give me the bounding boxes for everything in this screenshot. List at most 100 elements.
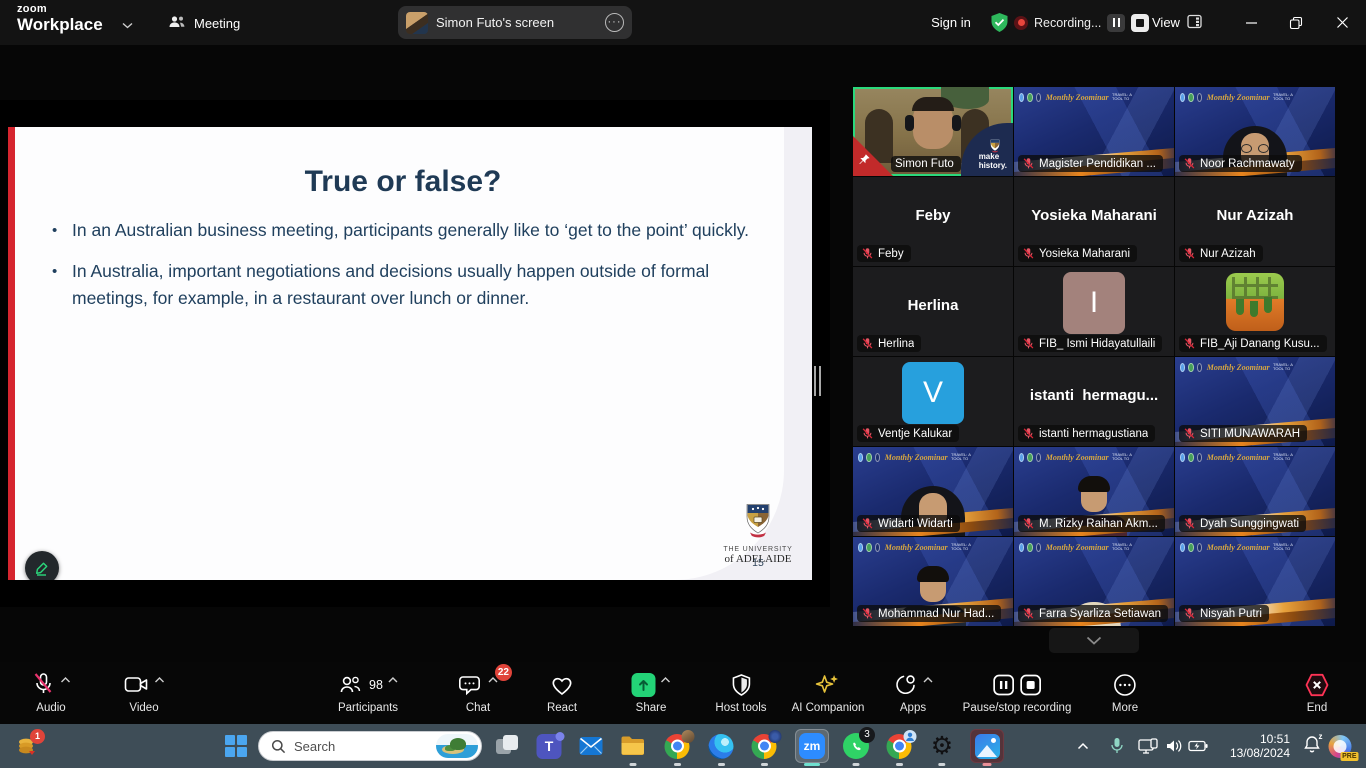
participant-tile-dyah[interactable]: Monthly ZoominarTRAVEL: A TOOL TO DESCRI… (1175, 447, 1335, 536)
participant-tile-feby[interactable]: Feby Feby (853, 177, 1013, 266)
chevron-up-icon[interactable] (61, 670, 71, 688)
tab-meeting[interactable]: Meeting (158, 8, 250, 38)
headphones (905, 115, 961, 131)
end-label: End (1307, 702, 1327, 714)
copilot-icon: PRE (1329, 735, 1352, 758)
pause-icon[interactable] (993, 674, 1015, 696)
taskbar-edge-button[interactable] (709, 724, 734, 768)
chevron-up-icon[interactable] (923, 670, 933, 688)
panel-resize-handle[interactable] (814, 366, 824, 396)
minimize-button[interactable] (1231, 0, 1271, 45)
taskbar-explorer-button[interactable] (620, 724, 646, 768)
participants-count: 98 (369, 678, 383, 692)
apps-button[interactable]: Apps (893, 671, 933, 714)
taskbar-photos-button[interactable] (970, 724, 1004, 768)
tray-cast-button[interactable] (1138, 724, 1158, 768)
chevron-up-icon[interactable] (388, 670, 398, 688)
participant-tile-fib-ismi[interactable]: I FIB_ Ismi Hidayatullaili (1014, 267, 1174, 356)
video-button[interactable]: Video (124, 671, 165, 714)
logo-dot-blue (1019, 453, 1024, 462)
participant-tile-nur-azizah[interactable]: Nur Azizah Nur Azizah (1175, 177, 1335, 266)
taskbar-chrome-profile2-button[interactable] (752, 724, 777, 768)
audio-button[interactable]: Audio (32, 671, 71, 714)
close-button[interactable] (1322, 0, 1362, 45)
participant-tile-simon-futo[interactable]: make history. Simon Futo (853, 87, 1013, 176)
chat-icon (458, 673, 483, 697)
taskbar-widgets-button[interactable]: 1 (15, 724, 41, 768)
participant-tile-nisyah[interactable]: Monthly ZoominarTRAVEL: A TOOL TO DESCRI… (1175, 537, 1335, 626)
taskbar-task-view-button[interactable] (496, 724, 518, 768)
file-explorer-icon (620, 735, 646, 757)
participants-button[interactable]: 98 Participants (338, 671, 398, 714)
stop-icon[interactable] (1020, 674, 1042, 696)
pause-recording-icon[interactable] (1107, 14, 1125, 32)
crest-text-line-1: THE UNIVERSITY (722, 546, 794, 553)
university-of-adelaide-logo: THE UNIVERSITY of ADELAIDE (722, 503, 794, 565)
chevron-down-icon[interactable] (122, 16, 133, 34)
participant-tile-yosieka-maharani[interactable]: Yosieka Maharani Yosieka Maharani (1014, 177, 1174, 266)
tray-battery-button[interactable] (1188, 724, 1208, 768)
security-shield-icon[interactable] (989, 12, 1010, 57)
participant-name-label: FIB_ Ismi Hidayatullaili (1018, 335, 1162, 352)
tray-mic-button[interactable] (1110, 724, 1124, 768)
ai-companion-button[interactable]: AI Companion (792, 671, 865, 714)
participant-tile-fib-aji[interactable]: FIB_Aji Danang Kusu... (1175, 267, 1335, 356)
participant-tile-m-rizky[interactable]: Monthly ZoominarTRAVEL: A TOOL TO DESCRI… (1014, 447, 1174, 536)
tray-volume-button[interactable] (1165, 724, 1183, 768)
more-options-icon[interactable]: ··· (605, 13, 624, 32)
participant-tile-noor-rachmawaty[interactable]: Monthly ZoominarTRAVEL: A TOOL TO DESCRI… (1175, 87, 1335, 176)
participant-display-name: Yosieka Maharani (1014, 207, 1174, 224)
sign-in-button[interactable]: Sign in (928, 0, 974, 45)
participant-tile-ventje-kalukar[interactable]: V Ventje Kalukar (853, 357, 1013, 446)
taskbar-zoom-button[interactable]: zm (795, 724, 829, 768)
tray-copilot-button[interactable]: PRE (1329, 724, 1352, 768)
react-button[interactable]: React (547, 671, 577, 714)
pause-stop-recording-button[interactable]: Pause/stop recording (963, 671, 1072, 714)
running-indicator (718, 763, 725, 766)
taskbar-whatsapp-button[interactable]: 3 (843, 724, 869, 768)
apps-label: Apps (900, 702, 926, 714)
taskbar-teams-button[interactable]: T (537, 724, 562, 768)
banner-title: Monthly Zoominar (1207, 543, 1270, 552)
participant-tile-farra[interactable]: Monthly ZoominarTRAVEL: A TOOL TO DESCRI… (1014, 537, 1174, 626)
maximize-button[interactable] (1276, 0, 1316, 45)
taskbar-chrome-profile1-button[interactable] (665, 724, 690, 768)
participant-tile-herlina[interactable]: Herlina Herlina (853, 267, 1013, 356)
host-tools-button[interactable]: Host tools (715, 671, 766, 714)
heart-icon (549, 673, 575, 697)
taskbar-mail-button[interactable] (579, 724, 604, 768)
share-screen-icon (632, 673, 656, 697)
shared-screen-pill[interactable]: Simon Futo's screen ··· (398, 6, 632, 39)
chat-button[interactable]: 22 Chat (458, 671, 498, 714)
chevron-up-icon[interactable] (155, 670, 165, 688)
participant-tile-siti-munawarah[interactable]: Monthly ZoominarTRAVEL: A TOOL TO DESCRI… (1175, 357, 1335, 446)
tray-hidden-icons-button[interactable] (1077, 724, 1089, 768)
mail-icon (579, 736, 604, 756)
participant-tile-magister-pendidikan[interactable]: Monthly ZoominarTRAVEL: A TOOL TO DESCRI… (1014, 87, 1174, 176)
taskbar-start-button[interactable] (225, 724, 247, 768)
taskbar-settings-button[interactable]: ⚙ (931, 724, 953, 768)
participant-tile-widarti[interactable]: Monthly ZoominarTRAVEL: A TOOL TO DESCRI… (853, 447, 1013, 536)
tray-notifications-button[interactable]: z (1304, 724, 1321, 768)
share-button[interactable]: Share (632, 671, 671, 714)
more-button[interactable]: More (1112, 671, 1138, 714)
running-indicator (853, 763, 860, 766)
participant-name-label: M. Rizky Raihan Akm... (1018, 515, 1165, 532)
chevron-up-icon[interactable] (661, 670, 671, 688)
taskbar-search-box[interactable]: Search (258, 731, 482, 761)
end-button[interactable]: End (1304, 671, 1330, 714)
collapse-gallery-button[interactable] (1049, 628, 1139, 653)
logo-dot-green (866, 543, 871, 552)
participant-display-name: istanti hermagu... (1014, 387, 1174, 404)
participant-tile-mohammad[interactable]: Monthly ZoominarTRAVEL: A TOOL TO DESCRI… (853, 537, 1013, 626)
view-button[interactable]: View (1152, 0, 1202, 45)
slide-bullet-2: In Australia, important negotiations and… (48, 258, 754, 312)
taskbar-chrome-profile3-button[interactable] (887, 724, 912, 768)
stop-recording-icon[interactable] (1131, 14, 1149, 32)
participant-tile-istanti[interactable]: istanti hermagu... istanti hermagustiana (1014, 357, 1174, 446)
virtual-bg-banner: Monthly ZoominarTRAVEL: A TOOL TO DESCRI… (1180, 90, 1333, 104)
search-highlight-image[interactable] (436, 734, 478, 758)
record-dot-icon (1014, 16, 1028, 30)
tray-clock[interactable]: 10:51 13/08/2024 (1230, 724, 1290, 768)
annotation-button[interactable] (25, 551, 59, 580)
